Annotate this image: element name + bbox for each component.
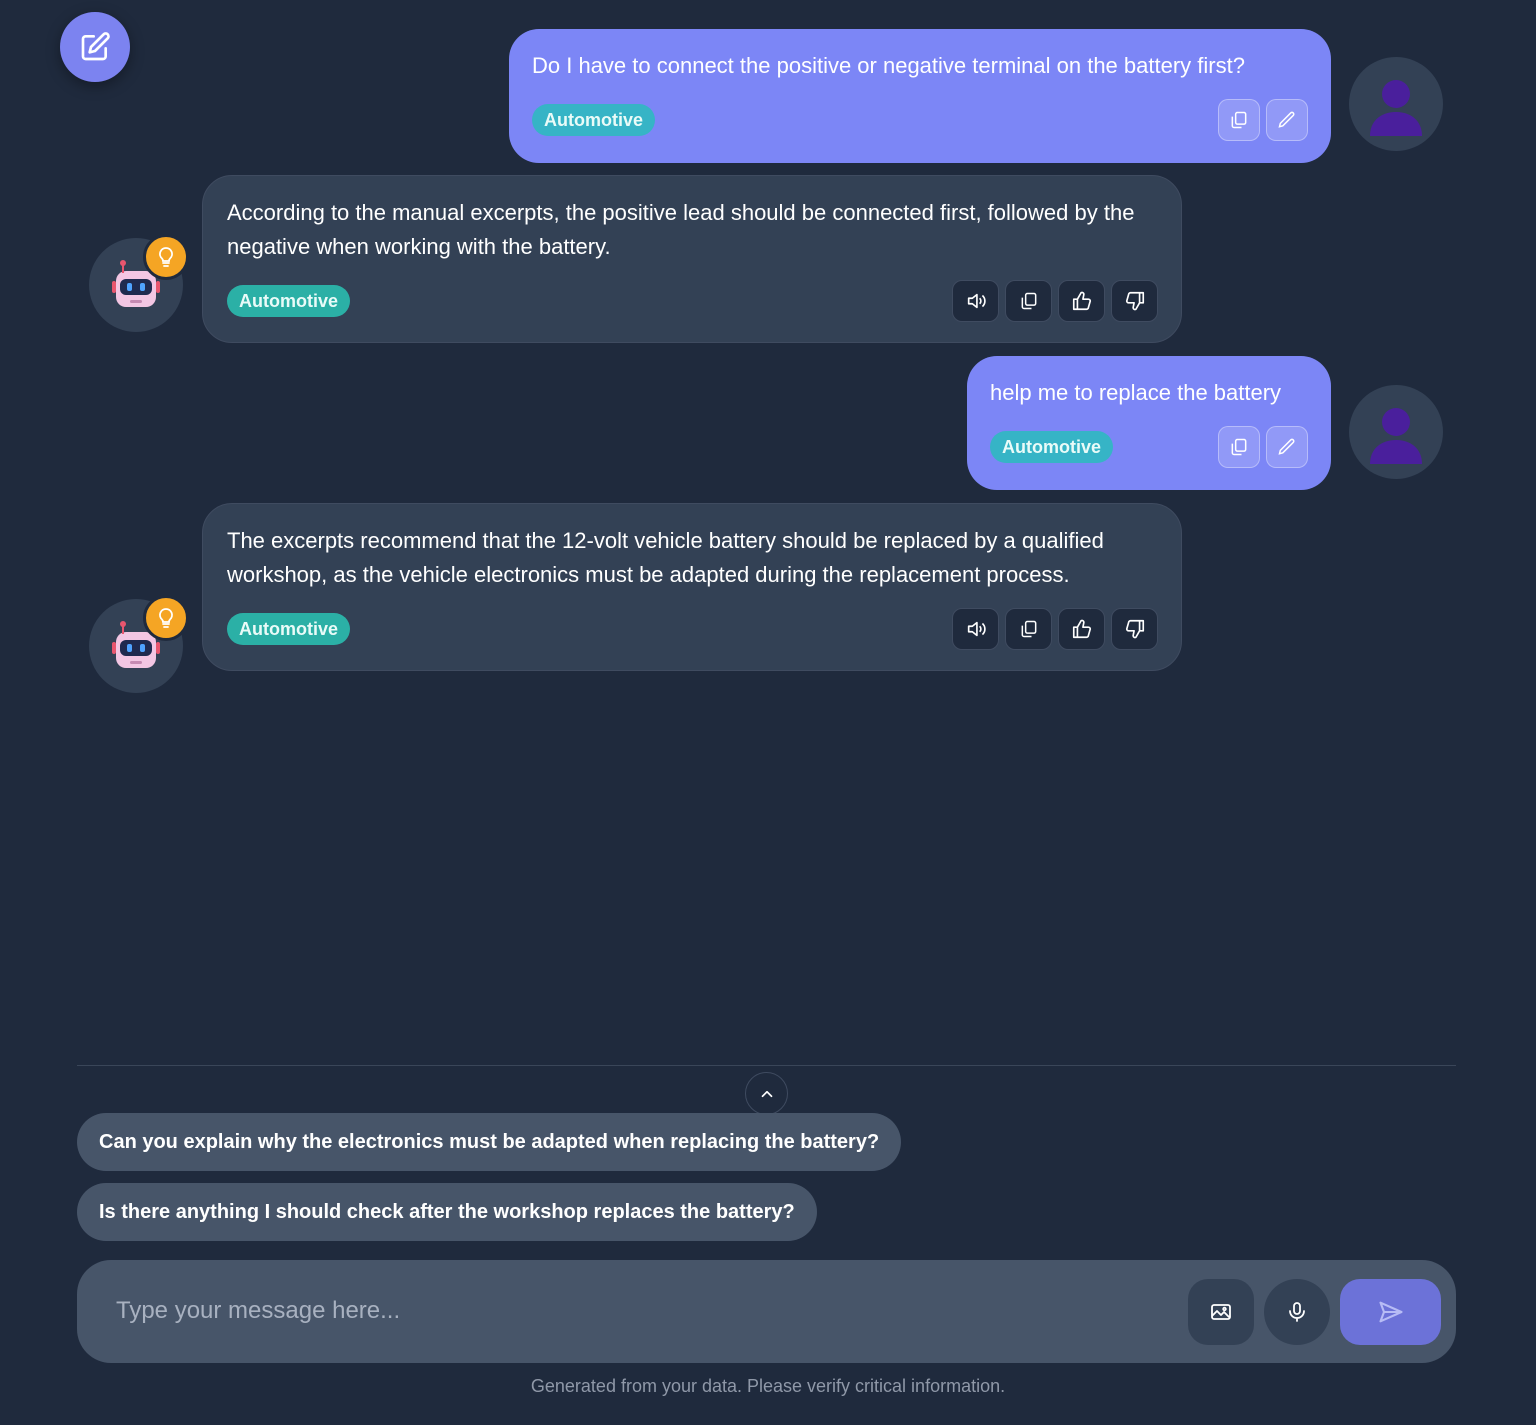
category-tag: Automotive <box>990 431 1113 463</box>
category-tag: Automotive <box>227 613 350 645</box>
microphone-icon <box>1289 1302 1305 1322</box>
thumbs-up-button[interactable] <box>1058 280 1105 322</box>
speaker-icon <box>967 293 986 309</box>
send-icon <box>1378 1301 1403 1323</box>
user-avatar <box>1349 57 1443 151</box>
lightbulb-badge <box>143 234 189 280</box>
copy-button[interactable] <box>1218 99 1260 141</box>
read-aloud-button[interactable] <box>952 608 999 650</box>
message-composer <box>77 1260 1456 1363</box>
disclaimer-text: Generated from your data. Please verify … <box>530 1376 1006 1396</box>
thumbs-down-icon <box>1125 619 1144 639</box>
voice-input-button[interactable] <box>1264 1279 1330 1345</box>
copy-icon <box>1231 438 1247 456</box>
copy-icon <box>1021 620 1036 638</box>
message-text: help me to replace the battery <box>990 380 1282 405</box>
pencil-icon <box>1278 111 1295 128</box>
user-message: Do I have to connect the positive or neg… <box>509 29 1331 163</box>
lightbulb-badge <box>143 595 189 641</box>
suggestion-chip[interactable]: Is there anything I should check after t… <box>77 1183 817 1241</box>
send-button[interactable] <box>1340 1279 1441 1345</box>
edit-message-button[interactable] <box>1266 426 1308 468</box>
assistant-avatar <box>89 595 189 693</box>
collapse-suggestions-button[interactable] <box>745 1072 788 1115</box>
thumbs-down-button[interactable] <box>1111 608 1158 650</box>
category-tag: Automotive <box>227 285 350 317</box>
message-text: According to the manual excerpts, the po… <box>227 200 1135 259</box>
user-message: help me to replace the battery Automotiv… <box>967 356 1331 490</box>
edit-message-button[interactable] <box>1266 99 1308 141</box>
copy-button[interactable] <box>1005 608 1052 650</box>
new-chat-button[interactable] <box>60 12 130 82</box>
copy-button[interactable] <box>1218 426 1260 468</box>
copy-button[interactable] <box>1005 280 1052 322</box>
message-text: The excerpts recommend that the 12-volt … <box>227 528 1104 587</box>
user-silhouette-icon <box>1370 80 1422 136</box>
chevron-up-icon <box>761 1090 772 1097</box>
thumbs-down-button[interactable] <box>1111 280 1158 322</box>
thumbs-down-icon <box>1125 291 1144 311</box>
suggestion-chip[interactable]: Can you explain why the electronics must… <box>77 1113 902 1171</box>
assistant-message: According to the manual excerpts, the po… <box>202 175 1182 343</box>
speaker-icon <box>967 621 986 637</box>
copy-icon <box>1231 111 1247 129</box>
assistant-avatar <box>89 234 189 332</box>
edit-square-icon <box>81 32 110 61</box>
attach-image-button[interactable] <box>1188 1279 1254 1345</box>
message-text: Do I have to connect the positive or neg… <box>532 53 1245 78</box>
user-avatar <box>1349 385 1443 479</box>
lightbulb-icon <box>159 247 173 267</box>
category-tag: Automotive <box>532 104 655 136</box>
pencil-icon <box>1278 438 1295 455</box>
message-input[interactable] <box>116 1290 1176 1332</box>
user-silhouette-icon <box>1370 408 1422 464</box>
image-icon <box>1211 1304 1231 1320</box>
lightbulb-icon <box>159 608 173 628</box>
thumbs-up-icon <box>1072 291 1091 311</box>
suggestions-divider <box>77 1065 1456 1066</box>
thumbs-up-icon <box>1072 619 1091 639</box>
read-aloud-button[interactable] <box>952 280 999 322</box>
copy-icon <box>1021 292 1036 310</box>
thumbs-up-button[interactable] <box>1058 608 1105 650</box>
assistant-message: The excerpts recommend that the 12-volt … <box>202 503 1182 671</box>
